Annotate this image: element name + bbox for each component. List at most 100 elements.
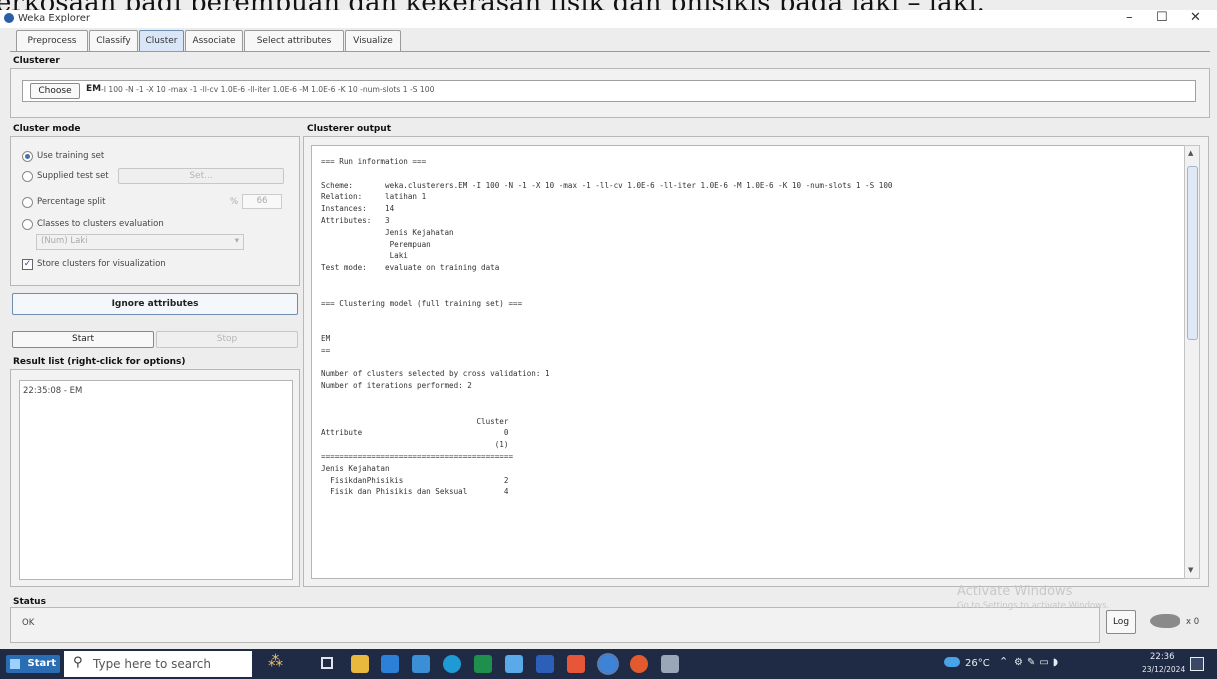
weka-taskbar-icon[interactable] xyxy=(661,655,679,673)
edge-icon[interactable] xyxy=(443,655,461,673)
clusterer-output-text-area[interactable]: === Run information === Scheme: weka.clus… xyxy=(311,145,1185,579)
stop-button[interactable]: Stop xyxy=(156,331,298,348)
minimize-button[interactable]: – xyxy=(1126,10,1133,25)
supplied-test-set-radio[interactable] xyxy=(22,171,33,182)
tab-classify[interactable]: Classify xyxy=(89,30,138,52)
notification-icon[interactable] xyxy=(1190,657,1204,671)
result-list-title: Result list (right-click for options) xyxy=(13,357,186,367)
start-label: Start xyxy=(27,658,56,669)
file-explorer-icon[interactable] xyxy=(351,655,369,673)
clusterer-section-title: Clusterer xyxy=(13,56,60,66)
classes-to-clusters-radio[interactable] xyxy=(22,219,33,230)
output-line: Relation: latihan 1 xyxy=(321,192,427,202)
status-title: Status xyxy=(13,597,46,607)
output-line: Perempuan xyxy=(321,239,431,249)
output-line: FisikdanPhisikis 2 xyxy=(321,475,509,485)
chevron-down-icon: ▾ xyxy=(234,236,239,246)
use-training-set-label: Use training set xyxy=(37,151,105,161)
clusterer-output-title: Clusterer output xyxy=(307,124,392,134)
set-button[interactable]: Set... xyxy=(118,168,284,184)
task-view-icon[interactable] xyxy=(321,657,333,669)
output-line: == xyxy=(321,345,331,355)
output-line: Attribute 0 xyxy=(321,428,509,438)
status-count: x 0 xyxy=(1186,617,1200,627)
search-placeholder: Type here to search xyxy=(93,657,211,671)
tab-preprocess[interactable]: Preprocess xyxy=(16,30,88,52)
output-line: Fisik dan Phisikis dan Seksual 4 xyxy=(321,487,509,497)
output-line: ========================================… xyxy=(321,451,514,461)
widgets-icon[interactable]: ⁂ xyxy=(268,652,283,670)
window-title-bar: Weka Explorer – ☐ ✕ xyxy=(0,10,1217,28)
weather-text: 26°C xyxy=(965,658,990,669)
scroll-down-arrow-icon[interactable]: ▼ xyxy=(1188,566,1193,574)
percentage-split-label: Percentage split xyxy=(37,197,106,207)
search-icon: ⚲ xyxy=(73,655,83,670)
tab-underline xyxy=(10,51,1210,52)
use-training-set-radio[interactable] xyxy=(22,151,33,162)
clock-date[interactable]: 23/12/2024 xyxy=(1142,665,1185,674)
word-icon[interactable] xyxy=(536,655,554,673)
store-clusters-label: Store clusters for visualization xyxy=(37,259,166,269)
tab-associate[interactable]: Associate xyxy=(185,30,243,52)
brave-icon[interactable] xyxy=(567,655,585,673)
output-scrollbar[interactable]: ▲ ▼ xyxy=(1184,145,1200,579)
red-app-icon[interactable] xyxy=(630,655,648,673)
weka-bird-icon xyxy=(1150,614,1180,628)
percentage-split-input[interactable]: 66 xyxy=(242,194,282,209)
scroll-up-arrow-icon[interactable]: ▲ xyxy=(1188,149,1193,157)
tab-visualize[interactable]: Visualize xyxy=(345,30,401,52)
activate-windows-watermark: Activate Windows xyxy=(957,584,1073,599)
maximize-button[interactable]: ☐ xyxy=(1156,10,1168,25)
store-icon[interactable] xyxy=(412,655,430,673)
output-line: === Clustering model (full training set)… xyxy=(321,298,523,308)
taskbar-search-box[interactable]: ⚲ Type here to search xyxy=(64,651,252,677)
scrollbar-thumb[interactable] xyxy=(1187,166,1198,340)
class-select-value: (Num) Laki xyxy=(41,236,88,246)
percentage-split-radio[interactable] xyxy=(22,197,33,208)
start-button-taskbar[interactable]: Start xyxy=(6,655,60,673)
output-lines: === Run information === Scheme: weka.clus… xyxy=(321,157,892,499)
output-line: Number of clusters selected by cross val… xyxy=(321,369,550,379)
class-select[interactable]: (Num) Laki ▾ xyxy=(36,234,244,250)
chrome-icon[interactable] xyxy=(599,655,617,673)
windows-logo-icon xyxy=(10,659,20,669)
status-panel xyxy=(10,607,1100,643)
status-text: OK xyxy=(22,618,35,628)
photos-icon[interactable] xyxy=(381,655,399,673)
tray-icons[interactable]: ⚙✎▭◗ xyxy=(1014,657,1062,668)
result-list-box[interactable] xyxy=(19,380,293,580)
weather-icon xyxy=(944,657,960,667)
output-line: Number of iterations performed: 2 xyxy=(321,381,472,391)
close-button[interactable]: ✕ xyxy=(1190,10,1201,25)
output-line: (1) xyxy=(321,440,509,450)
start-button[interactable]: Start xyxy=(12,331,154,348)
output-line: Laki xyxy=(321,251,408,261)
output-line: Jenis Kejahatan xyxy=(321,227,454,237)
output-line: EM xyxy=(321,333,331,343)
choose-button[interactable]: Choose xyxy=(30,83,80,99)
output-line: === Run information === xyxy=(321,157,427,166)
log-button[interactable]: Log xyxy=(1106,610,1136,634)
excel-icon[interactable] xyxy=(474,655,492,673)
output-line: Cluster xyxy=(321,416,509,426)
app-icon[interactable] xyxy=(505,655,523,673)
store-clusters-checkbox[interactable]: ✓ xyxy=(22,259,33,270)
clusterer-algorithm: EM xyxy=(86,84,102,94)
output-line: Attributes: 3 xyxy=(321,215,390,225)
tab-select-attributes[interactable]: Select attributes xyxy=(244,30,344,52)
ignore-attributes-button[interactable]: Ignore attributes xyxy=(12,293,298,315)
clock-time[interactable]: 22:36 xyxy=(1150,652,1175,662)
activate-windows-subtext: Go to Settings to activate Windows. xyxy=(957,601,1110,611)
percent-symbol: % xyxy=(230,197,239,207)
result-list-item[interactable]: 22:35:08 - EM xyxy=(23,386,82,396)
chevron-up-icon[interactable]: ⌃ xyxy=(999,655,1008,668)
tab-cluster[interactable]: Cluster xyxy=(139,30,184,52)
cluster-mode-title: Cluster mode xyxy=(13,124,81,134)
